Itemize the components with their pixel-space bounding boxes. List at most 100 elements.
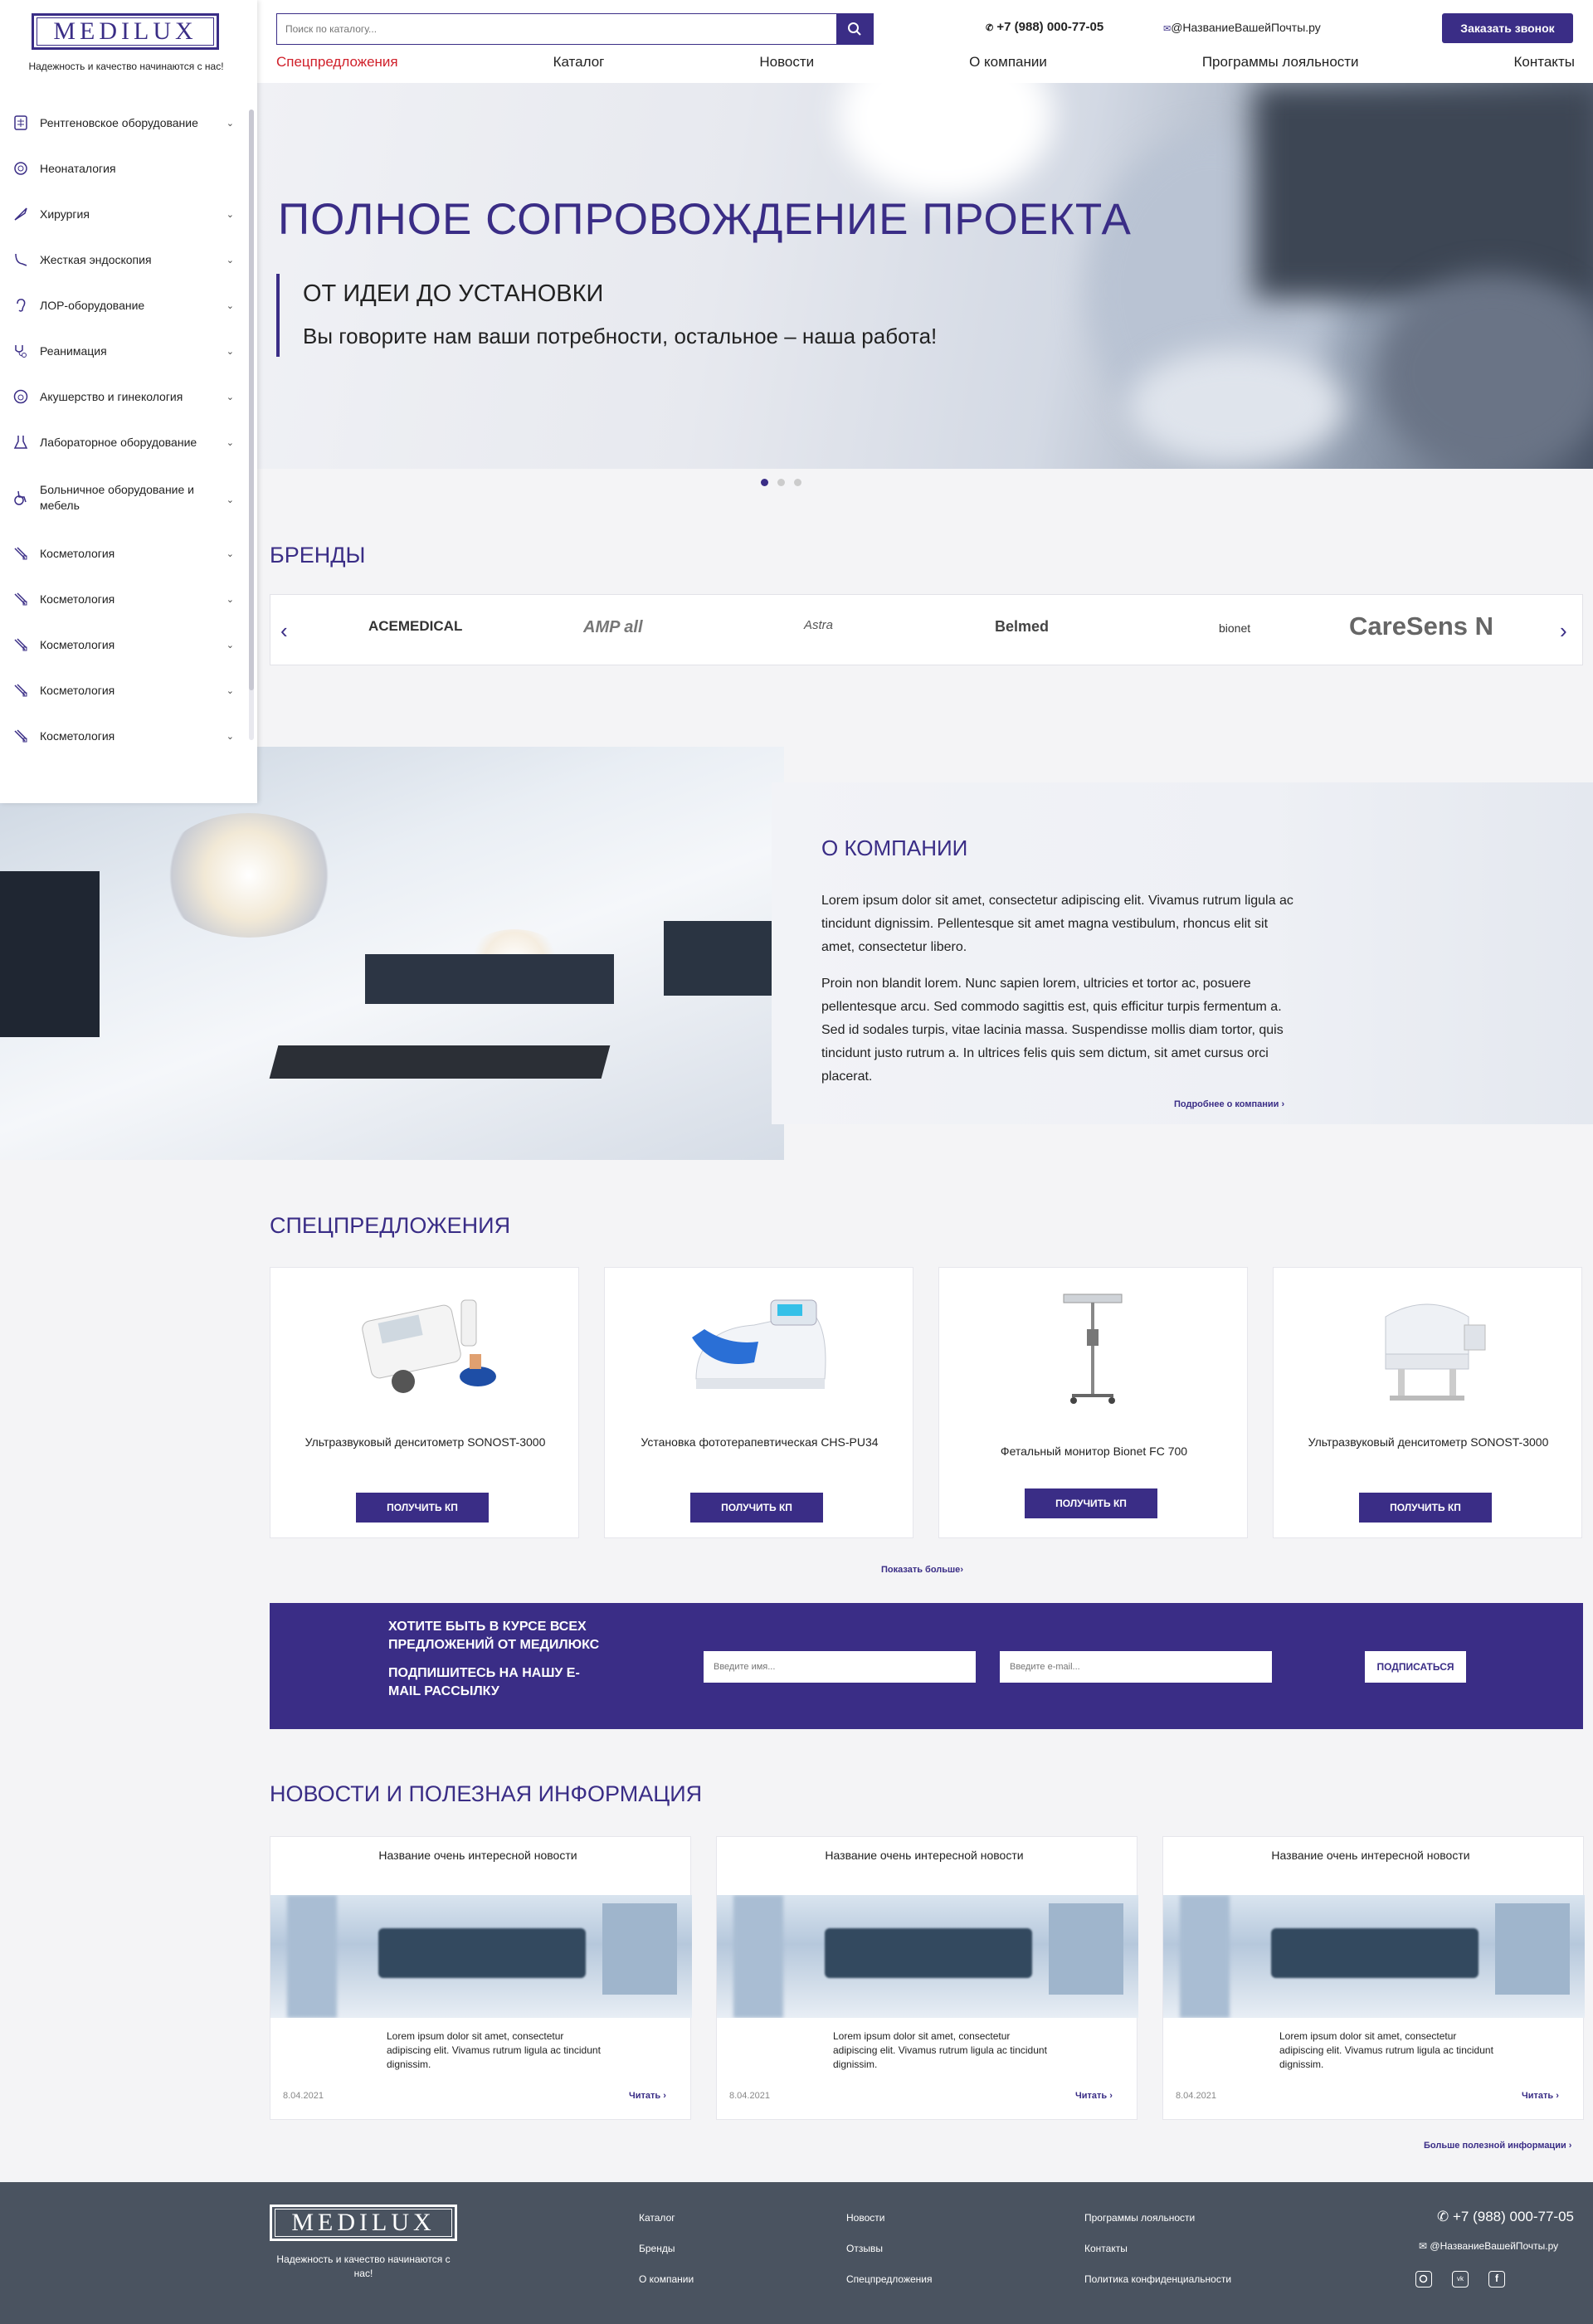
header-email[interactable]: ✉@НазваниеВашейПочты.ру: [1163, 21, 1321, 34]
chevron-down-icon[interactable]: ⌄: [227, 548, 234, 559]
brand-logo[interactable]: CareSens N: [1349, 611, 1493, 641]
offer-card[interactable]: Ультразвуковый денситометр SONOST-3000 П…: [1273, 1267, 1582, 1538]
gynecology-icon: [12, 388, 29, 405]
sidebar-item[interactable]: Лабораторное оборудование ⌄: [0, 419, 249, 465]
subscribe-button[interactable]: ПОДПИСАТЬСЯ: [1365, 1651, 1466, 1683]
sidebar-item[interactable]: Хирургия ⌄: [0, 191, 249, 236]
footer-phone[interactable]: ✆ +7 (988) 000-77-05: [1437, 2209, 1574, 2225]
offer-card[interactable]: Установка фототерапевтическая CHS-PU34 П…: [604, 1267, 913, 1538]
news-card-image: [270, 1895, 692, 2018]
chevron-down-icon[interactable]: ⌄: [227, 594, 234, 605]
sidebar-item[interactable]: ЛОР-оборудование ⌄: [0, 282, 249, 328]
sidebar-item[interactable]: Жесткая эндоскопия ⌄: [0, 236, 249, 282]
sidebar-item[interactable]: Неонаталогия: [0, 145, 249, 191]
about-paragraph-1: Lorem ipsum dolor sit amet, consectetur …: [821, 894, 1293, 954]
more-news-link[interactable]: Больше полезной информации ›: [1424, 2141, 1571, 2151]
show-more-link[interactable]: Показать больше›: [881, 1565, 963, 1575]
nav-contacts[interactable]: Контакты: [1514, 54, 1575, 76]
brand-logo[interactable]: AMP all: [583, 618, 643, 637]
more-news-text: Больше полезной информации: [1424, 2141, 1566, 2151]
footer-email[interactable]: ✉ @НазваниеВашейПочты.ру: [1419, 2240, 1558, 2252]
slider-dot-3[interactable]: [794, 479, 801, 486]
footer-link-loyalty[interactable]: Программы лояльности: [1084, 2212, 1195, 2224]
chevron-down-icon[interactable]: ⌄: [227, 685, 234, 696]
footer-logo[interactable]: MEDILUX: [270, 2205, 457, 2241]
sidebar-item[interactable]: Косметология ⌄: [0, 530, 249, 576]
chevron-down-icon[interactable]: ⌄: [227, 437, 234, 448]
sidebar-scroll-thumb[interactable]: [249, 110, 254, 690]
logo[interactable]: MEDILUX: [32, 13, 219, 50]
get-quote-button[interactable]: ПОЛУЧИТЬ КП: [690, 1493, 823, 1523]
nav-catalog[interactable]: Каталог: [553, 54, 605, 76]
footer-link-about[interactable]: О компании: [639, 2273, 694, 2285]
brand-logo[interactable]: Belmed: [995, 618, 1049, 636]
stethoscope-icon: [12, 343, 29, 359]
footer-link-brands[interactable]: Бренды: [639, 2243, 675, 2254]
search-bar: [276, 13, 874, 45]
call-request-button[interactable]: Заказать звонок: [1442, 13, 1573, 43]
subscribe-name-input[interactable]: [704, 1651, 976, 1683]
sidebar-item[interactable]: Косметология ⌄: [0, 713, 249, 758]
offer-card[interactable]: Фетальный монитор Bionet FC 700 ПОЛУЧИТЬ…: [938, 1267, 1248, 1538]
offer-card[interactable]: Ультразвуковый денситометр SONOST-3000 П…: [270, 1267, 579, 1538]
chevron-down-icon[interactable]: ⌄: [227, 346, 234, 357]
news-card[interactable]: Название очень интересной новости Lorem …: [270, 1836, 692, 2120]
footer-link-news[interactable]: Новости: [846, 2212, 884, 2224]
nav-news[interactable]: Новости: [759, 54, 814, 76]
about-more-link[interactable]: Подробнее о компании ›: [1174, 1099, 1284, 1109]
news-read-link[interactable]: Читать ›: [1522, 2091, 1559, 2101]
mail-icon: ✉: [1163, 24, 1172, 34]
get-quote-button[interactable]: ПОЛУЧИТЬ КП: [1025, 1488, 1157, 1518]
ear-icon: [12, 297, 29, 314]
sidebar-item[interactable]: Косметология ⌄: [0, 621, 249, 667]
subscribe-email-input[interactable]: [1000, 1651, 1272, 1683]
footer-link-reviews[interactable]: Отзывы: [846, 2243, 883, 2254]
sidebar-item[interactable]: Рентгеновское оборудование ⌄: [0, 100, 249, 145]
vk-icon[interactable]: vk: [1452, 2271, 1469, 2287]
product-image-phototherapy: [680, 1279, 837, 1412]
news-read-link[interactable]: Читать ›: [629, 2091, 666, 2101]
brand-logo[interactable]: Astra: [804, 618, 833, 632]
chevron-right-icon: ›: [663, 2091, 666, 2101]
footer-link-privacy[interactable]: Политика конфиденциальности: [1084, 2273, 1231, 2285]
hero-slider[interactable]: [257, 83, 1593, 469]
nav-specials[interactable]: Спецпредложения: [276, 54, 398, 76]
chevron-down-icon[interactable]: ⌄: [227, 118, 234, 129]
slider-dot-2[interactable]: [777, 479, 785, 486]
chevron-down-icon[interactable]: ⌄: [227, 300, 234, 311]
news-card[interactable]: Название очень интересной новости Lorem …: [1162, 1836, 1585, 2120]
brand-logo[interactable]: bionet: [1219, 621, 1250, 635]
chevron-down-icon[interactable]: ⌄: [227, 255, 234, 266]
sidebar-item[interactable]: Реанимация ⌄: [0, 328, 249, 373]
sidebar-item[interactable]: Косметология ⌄: [0, 576, 249, 621]
chevron-down-icon[interactable]: ⌄: [227, 640, 234, 650]
footer-tagline: Надежность и качество начинаются с нас!: [276, 2253, 451, 2279]
chevron-down-icon[interactable]: ⌄: [227, 392, 234, 402]
facebook-icon[interactable]: f: [1488, 2271, 1505, 2287]
footer-link-catalog[interactable]: Каталог: [639, 2212, 675, 2224]
search-input[interactable]: [277, 14, 836, 44]
slider-dot-1[interactable]: [761, 479, 768, 486]
chevron-down-icon[interactable]: ⌄: [227, 731, 234, 742]
nav-about[interactable]: О компании: [969, 54, 1047, 76]
news-card[interactable]: Название очень интересной новости Lorem …: [716, 1836, 1138, 2120]
sidebar-item[interactable]: Косметология ⌄: [0, 667, 249, 713]
search-button[interactable]: [836, 14, 873, 44]
footer-link-specials[interactable]: Спецпредложения: [846, 2273, 933, 2285]
instagram-icon[interactable]: [1415, 2271, 1432, 2287]
chevron-down-icon[interactable]: ⌄: [227, 493, 234, 509]
chevron-down-icon[interactable]: ⌄: [227, 209, 234, 220]
phone-icon: ✆: [1437, 2209, 1449, 2224]
brand-logo[interactable]: ACEMEDICAL: [368, 618, 462, 635]
sidebar-item[interactable]: Акушерство и гинекология ⌄: [0, 373, 249, 419]
footer-link-contacts[interactable]: Контакты: [1084, 2243, 1128, 2254]
get-quote-button[interactable]: ПОЛУЧИТЬ КП: [1359, 1493, 1492, 1523]
sidebar: MEDILUX Надежность и качество начинаются…: [0, 0, 257, 803]
sidebar-item[interactable]: Больничное оборудование и мебель ⌄: [0, 465, 249, 530]
header-phone[interactable]: ✆ +7 (988) 000-77-05: [986, 20, 1103, 34]
news-read-link[interactable]: Читать ›: [1075, 2091, 1113, 2101]
brands-next-arrow[interactable]: ›: [1560, 618, 1567, 644]
nav-loyalty[interactable]: Программы лояльности: [1202, 54, 1359, 76]
get-quote-button[interactable]: ПОЛУЧИТЬ КП: [356, 1493, 489, 1523]
brands-prev-arrow[interactable]: ‹: [280, 618, 288, 644]
